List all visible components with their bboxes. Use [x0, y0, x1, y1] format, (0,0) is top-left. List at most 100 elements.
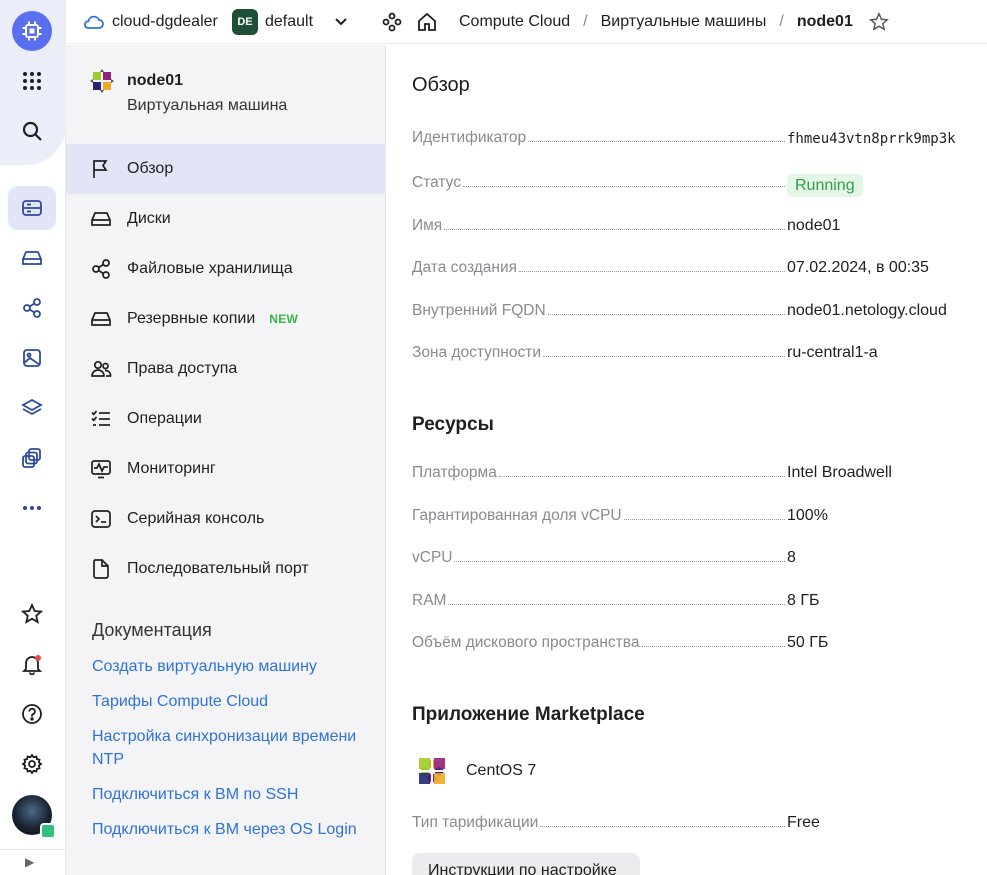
platform-value: Intel Broadwell	[787, 464, 892, 481]
nav-item-overview[interactable]: Обзор	[66, 144, 386, 194]
overview-row-zone: Зона доступности ru-central1-a	[412, 340, 987, 362]
nav-item-operations[interactable]: Операции	[66, 394, 386, 444]
marketplace-row-billing: Тип тарификации Free	[412, 810, 987, 832]
dotted-leader	[547, 314, 785, 315]
row-label: Имя	[412, 217, 443, 234]
fqdn-value[interactable]: node01.netology.cloud	[787, 302, 947, 320]
disk-service-icon[interactable]	[8, 236, 56, 280]
dotted-leader	[444, 229, 785, 230]
breadcrumb: Compute Cloud / Виртуальные машины / nod…	[459, 0, 889, 44]
compute-cloud-logo-icon[interactable]	[12, 11, 52, 51]
row-label: Внутренний FQDN	[412, 302, 546, 319]
doc-link-create-vm[interactable]: Создать виртуальную машину	[92, 655, 362, 678]
vm-service-icon[interactable]	[8, 186, 56, 230]
image-icon[interactable]	[8, 336, 56, 380]
doc-link-pricing[interactable]: Тарифы Compute Cloud	[92, 690, 362, 713]
dotted-leader	[623, 519, 785, 520]
cloud-icon	[83, 15, 104, 29]
favorite-star-icon[interactable]	[868, 12, 889, 32]
avatar[interactable]	[12, 795, 56, 839]
help-icon[interactable]	[8, 692, 56, 736]
resources-title: Ресурсы	[412, 414, 494, 435]
disk-icon	[91, 212, 111, 226]
nav-item-serial-console[interactable]: Серийная консоль	[66, 494, 386, 544]
nav-item-access-rights[interactable]: Права доступа	[66, 344, 386, 394]
row-label: Тип тарификации	[412, 814, 539, 831]
nav-item-label: Мониторинг	[127, 460, 216, 477]
cloud-name: cloud-dgdealer	[112, 13, 218, 30]
list-check-icon	[91, 410, 110, 426]
nav-item-label: Серийная консоль	[127, 510, 265, 527]
new-badge: NEW	[269, 312, 299, 326]
nodes-icon[interactable]	[382, 0, 402, 44]
bell-icon[interactable]	[8, 642, 56, 686]
row-label: Дата создания	[412, 259, 518, 276]
row-label: vCPU	[412, 549, 453, 566]
dotted-leader	[454, 561, 785, 562]
stack-icon[interactable]	[8, 436, 56, 480]
monitoring-icon	[91, 460, 111, 479]
vcpu-share-value: 100%	[787, 507, 828, 524]
terminal-icon	[91, 510, 111, 528]
resources-row-vcpu: vCPU 8	[412, 545, 987, 567]
docs-title: Документация	[92, 620, 212, 640]
marketplace-app[interactable]: CentOS 7	[412, 751, 536, 791]
centos-logo-icon	[90, 69, 114, 98]
resources-row-platform: Платформа Intel Broadwell	[412, 460, 987, 482]
doc-link-ntp[interactable]: Настройка синхронизации времени NTP	[92, 725, 362, 771]
dotted-leader	[519, 271, 785, 272]
row-label: RAM	[412, 592, 447, 609]
marketplace-app-name: CentOS 7	[466, 762, 537, 779]
resource-sidebar: node01 Виртуальная машина Обзор Диски Фа…	[66, 45, 386, 875]
expand-icon[interactable]: ▶	[25, 855, 34, 869]
folder-name: default	[265, 13, 314, 30]
folder-selector[interactable]: DE default	[232, 0, 348, 44]
breadcrumb-separator: /	[779, 13, 784, 30]
nav-item-label: Обзор	[127, 160, 174, 177]
dotted-leader	[641, 646, 785, 647]
overview-row-name: Имя node01	[412, 213, 987, 235]
share-icon[interactable]	[8, 286, 56, 330]
chevron-down-icon	[335, 18, 347, 26]
home-icon[interactable]	[416, 0, 438, 44]
dotted-leader	[543, 356, 785, 357]
vm-id-value[interactable]: fhmeu43vtn8prrk9mp3k	[787, 131, 956, 147]
main-content: Обзор Идентификатор fhmeu43vtn8prrk9mp3k…	[387, 45, 987, 875]
gear-icon[interactable]	[8, 742, 56, 786]
row-label: Зона доступности	[412, 344, 541, 361]
nav-item-label: Диски	[127, 210, 171, 227]
file-icon	[93, 559, 109, 579]
search-icon[interactable]	[8, 109, 56, 153]
overview-row-id: Идентификатор fhmeu43vtn8prrk9mp3k	[412, 125, 987, 147]
nav-item-file-storages[interactable]: Файловые хранилища	[66, 244, 386, 294]
nav-item-backups[interactable]: Резервные копии NEW	[66, 294, 386, 344]
row-label: Гарантированная доля vCPU	[412, 507, 622, 524]
nav-item-label: Последовательный порт	[127, 560, 309, 577]
users-icon	[91, 360, 112, 377]
vm-name-value: node01	[787, 217, 841, 234]
breadcrumb-separator: /	[583, 13, 588, 30]
centos-logo-icon	[414, 753, 450, 789]
breadcrumb-virtual-machines[interactable]: Виртуальные машины	[601, 13, 767, 31]
breadcrumb-compute-cloud[interactable]: Compute Cloud	[459, 13, 570, 31]
layers-icon[interactable]	[8, 386, 56, 430]
disk-space-value: 50 ГБ	[787, 634, 829, 651]
nav-item-label: Файловые хранилища	[127, 260, 293, 277]
nav-item-disks[interactable]: Диски	[66, 194, 386, 244]
nav-item-label: Операции	[127, 410, 202, 427]
dotted-leader	[448, 604, 785, 605]
billing-value: Free	[787, 814, 820, 831]
nav-item-serial-port[interactable]: Последовательный порт	[66, 544, 386, 594]
doc-link-ssh[interactable]: Подключиться к ВМ по SSH	[92, 783, 362, 806]
nav-item-monitoring[interactable]: Мониторинг	[66, 444, 386, 494]
doc-link-os-login[interactable]: Подключиться к ВМ через OS Login	[92, 818, 362, 841]
overview-row-created: Дата создания 07.02.2024, в 00:35	[412, 255, 987, 277]
star-icon[interactable]	[8, 592, 56, 636]
resources-row-ram: RAM 8 ГБ	[412, 588, 987, 610]
zone-value: ru-central1-a	[787, 344, 878, 361]
apps-grid-icon[interactable]	[8, 59, 56, 103]
setup-instructions-button[interactable]: Инструкции по настройке	[412, 853, 640, 875]
more-icon[interactable]	[8, 486, 56, 530]
breadcrumb-node01: node01	[796, 13, 853, 30]
cloud-selector[interactable]: cloud-dgdealer	[82, 0, 218, 44]
